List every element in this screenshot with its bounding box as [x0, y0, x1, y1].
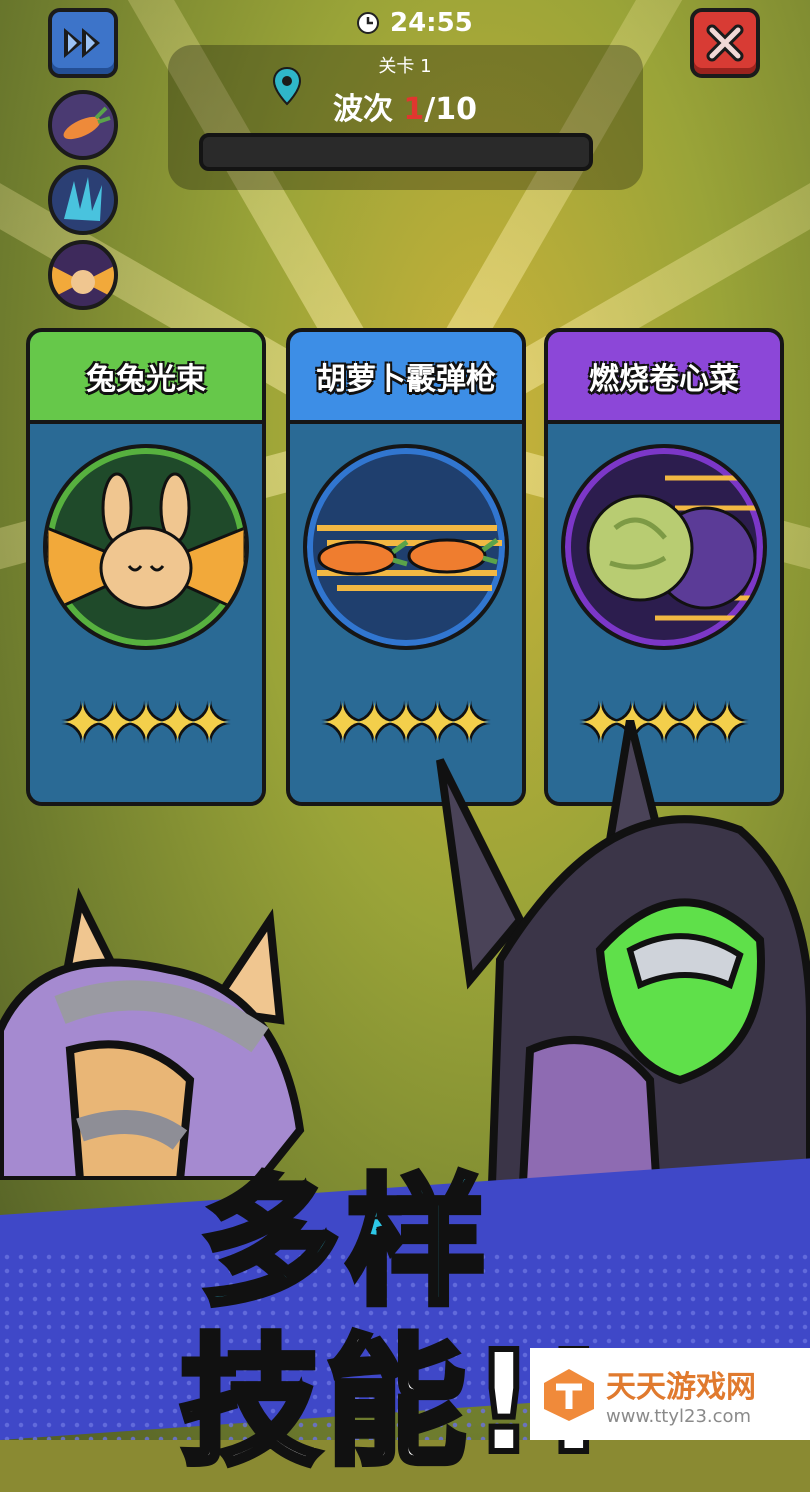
star-rating: ✦✦✦✦✦ — [30, 694, 262, 754]
timer-text: 24:55 — [390, 8, 473, 38]
watermark-url: www.ttyl23.com — [606, 1405, 752, 1427]
rabbit-beam-icon — [43, 444, 249, 650]
stage-label: 关卡 1 — [378, 56, 432, 77]
card-header: 胡萝卜霰弹枪 — [290, 332, 522, 424]
wave-counter: 波次 1/10 — [0, 84, 810, 128]
owned-skill-rabbit-icon — [48, 240, 118, 310]
wave-progress-bar — [199, 133, 593, 171]
owned-skill-claw-icon — [48, 165, 118, 235]
battle-timer: 24:55 — [356, 8, 473, 38]
skill-name: 兔兔光束 — [86, 362, 206, 397]
watermark-name: 天天游戏网 — [606, 1369, 756, 1405]
wave-total: /10 — [424, 92, 478, 127]
burning-cabbage-icon — [561, 444, 767, 650]
watermark-logo-icon — [544, 1369, 594, 1421]
card-header: 燃烧卷心菜 — [548, 332, 780, 424]
wave-current: 1 — [403, 92, 425, 127]
clock-icon — [357, 12, 379, 34]
card-header: 兔兔光束 — [30, 332, 262, 424]
wave-prefix: 波次 — [332, 92, 404, 127]
carrot-shotgun-icon — [303, 444, 509, 650]
site-watermark: 天天游戏网 www.ttyl23.com — [530, 1348, 810, 1440]
star-icon: ✦ — [187, 694, 231, 754]
owned-skill-carrot-icon — [48, 90, 118, 160]
skill-name: 胡萝卜霰弹枪 — [316, 362, 496, 397]
skill-card-rabbit-beam[interactable]: 兔兔光束 ✦ ✦ ✦ ✦ ✦ — [26, 328, 266, 806]
skill-name: 燃烧卷心菜 — [589, 362, 739, 397]
